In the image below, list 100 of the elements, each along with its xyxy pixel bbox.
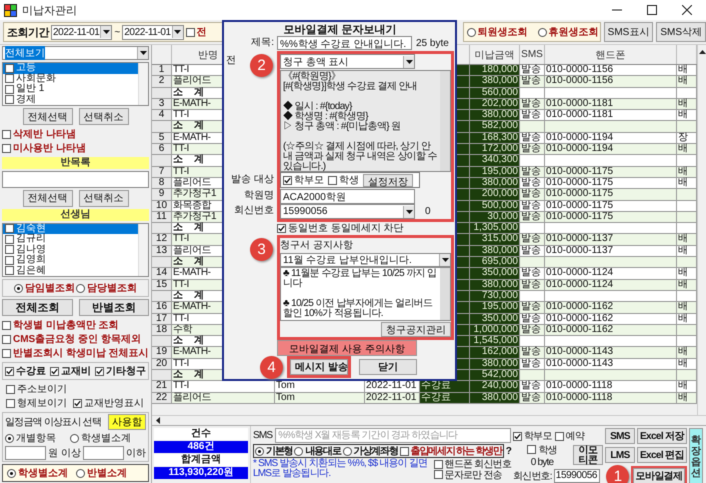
checkbox-label: CMS출금요청 중인 항목제외: [13, 333, 141, 346]
amount-text: 380,000: [470, 358, 520, 370]
checkbox-label: 학생: [538, 444, 557, 456]
row-number: 14: [152, 268, 172, 279]
row-number: 6: [152, 144, 172, 154]
row-number: 8: [152, 178, 172, 188]
checkbox-label: 미사용반 나타냄: [13, 142, 86, 155]
sms-note: * SMS 발송시 치환되는 %%, $$ 내용이 길면 LMS로 발송됩니다.: [253, 459, 428, 480]
sms-status: 발송: [520, 392, 545, 403]
amount-text: 30,000: [470, 212, 520, 222]
sms-status: 발송: [520, 132, 545, 144]
callback-label: 회신번호:: [513, 470, 552, 483]
unit-label: 이하: [126, 447, 146, 460]
amount-text: 542,000: [470, 370, 520, 380]
amount-text: 1,545,000: [470, 336, 520, 346]
row-number: 15: [152, 280, 172, 290]
amount-text: 168,300: [470, 132, 520, 144]
checkbox-label: 학부모: [294, 174, 324, 187]
amount-text: 1,305,000: [470, 223, 520, 234]
sms-status: 발송: [520, 246, 545, 256]
sms-status: 발송: [520, 234, 545, 245]
sms-status: 발송: [520, 178, 545, 188]
sms-status: 발송: [520, 314, 545, 324]
amount-text: 560,000: [470, 88, 520, 98]
amount-text: 202,000: [470, 98, 520, 110]
column-header: SMS: [520, 45, 545, 64]
phone-number: 010-0000-1162: [545, 314, 677, 324]
row-number: 11: [152, 212, 172, 222]
radio-label: 휴원생조회: [548, 26, 599, 39]
phone-number: 010-0000-1175: [545, 189, 677, 200]
amount-text: 380,000: [470, 110, 520, 120]
radio-label: 가상계좌형: [354, 445, 398, 458]
radio-label: 반별소계: [87, 467, 127, 480]
row-number: 9: [152, 189, 172, 200]
sms-status: 발송: [520, 166, 545, 177]
row-number: 13: [152, 246, 172, 256]
checkbox-label: 동일번호 동일메세지 차단: [288, 222, 404, 234]
checkbox-label: 핸드폰 회신번호: [444, 458, 511, 470]
callout-badge: 4: [260, 356, 283, 378]
amount-text: 172,000: [470, 144, 520, 154]
amount-text: 380,000: [470, 246, 520, 256]
radio-label: 기본형: [266, 445, 292, 458]
phone-number: 010-0000-1124: [545, 280, 677, 290]
amount-text: 695,000: [470, 257, 520, 268]
section-header: 선생님: [2, 208, 149, 220]
phone-number: 010-0000-1124: [545, 268, 677, 279]
sms-status: 발송: [520, 302, 545, 313]
checkbox-label: 교재반영표시: [84, 397, 144, 410]
checkbox-label: 반별조회시 학생미납 전체표시: [13, 347, 149, 360]
row-number: 19: [152, 347, 172, 358]
range-separator: ~: [114, 26, 120, 38]
sms-status: 발송: [520, 76, 545, 87]
group-title: 청구서 공지사항: [280, 239, 353, 252]
sms-status: 발송: [520, 98, 545, 110]
sms-status: 발송: [520, 189, 545, 200]
amount-text: 380,000: [470, 76, 520, 87]
count-value: 486건: [154, 441, 248, 453]
phone-number: 010-0000-1143: [545, 358, 677, 370]
radio-label: 담임별조회: [25, 282, 75, 295]
sms-label: SMS: [253, 430, 272, 441]
sms-status: 발송: [520, 381, 545, 392]
radio-label: 학생별소계: [18, 467, 68, 480]
row-number: 7: [152, 166, 172, 177]
fee-type: 수강료: [420, 381, 470, 392]
phone-number: 010-0000-1194: [545, 144, 677, 154]
sms-status: 발송: [520, 280, 545, 290]
amount-text: 180,000: [470, 65, 520, 76]
phone-number: 010-0000-1175: [545, 166, 677, 177]
amount-text: 380,000: [470, 280, 520, 290]
section-header: 반목록: [2, 157, 149, 169]
checkbox-label: 주소보이기: [17, 383, 67, 396]
sms-status: 발송: [520, 347, 545, 358]
radio-label: 개별항목: [16, 432, 56, 445]
sms-status: 발송: [520, 144, 545, 154]
window-title: 미납자관리: [22, 4, 78, 18]
sms-status: 발송: [520, 358, 545, 370]
fee-type: 수강료: [420, 392, 470, 403]
amount-text: 582,000: [470, 121, 520, 132]
phone-number: 010-0000-1181: [545, 110, 677, 120]
row-number: 16: [152, 302, 172, 313]
row-number: 1: [152, 65, 172, 76]
amount-text: 500,000: [470, 200, 520, 211]
column-header: 핸드폰: [545, 45, 677, 64]
teacher-name: Tom: [275, 392, 365, 403]
callout-badge: 3: [250, 238, 273, 261]
radio-label: 내용대로: [305, 445, 341, 458]
amount-text: 195,000: [470, 166, 520, 177]
amount-text: 1,000,000: [470, 324, 520, 336]
amount-text: 200,000: [470, 189, 520, 200]
row-number: 12: [152, 234, 172, 245]
phone-number: 010-0000-1181: [545, 98, 677, 110]
checkbox-label: 학부모: [524, 430, 552, 443]
callout-badge: 1: [606, 465, 629, 483]
phone-number: 010-0000-1162: [545, 324, 677, 336]
radio-label: 퇴원생조회: [478, 26, 528, 39]
phone-number: 010-0000-1175: [545, 212, 677, 222]
phone-number: 010-0000-1118: [545, 392, 677, 403]
checkbox-label: 교재비: [61, 365, 91, 378]
checkbox-label: 문자로만 전송: [444, 468, 502, 482]
checkbox-label: 삭제반 나타냄: [13, 128, 76, 141]
